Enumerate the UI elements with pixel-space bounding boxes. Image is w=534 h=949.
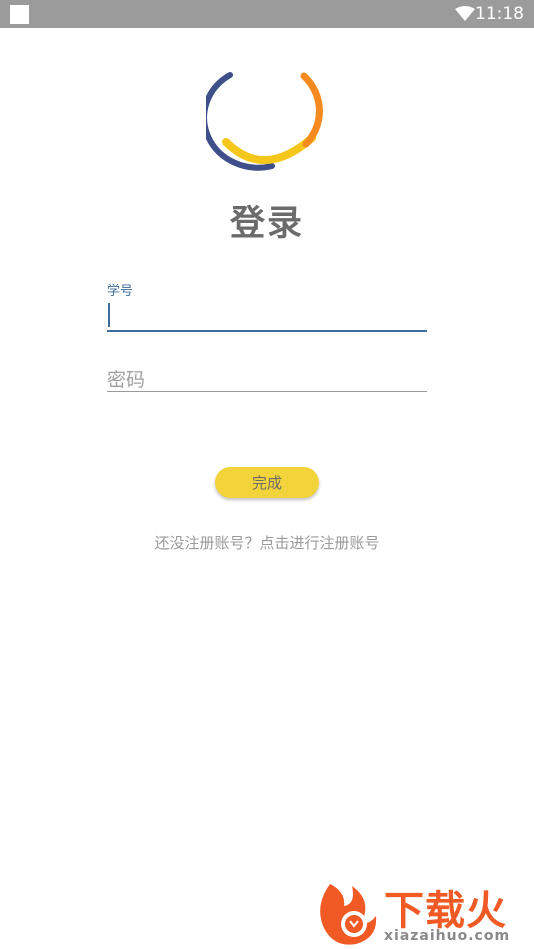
status-bar: 11:18: [0, 0, 534, 28]
register-link[interactable]: 还没注册账号？点击进行注册账号: [0, 532, 534, 553]
status-time: 11:18: [475, 4, 524, 24]
watermark-domain: xiazaihuo.com: [384, 928, 511, 944]
app-logo: [206, 72, 323, 171]
notification-icon: [10, 5, 29, 24]
wifi-icon: [455, 6, 475, 21]
flame-logo-icon: [320, 884, 377, 945]
password-input[interactable]: 密码: [107, 362, 427, 392]
text-cursor: [108, 303, 110, 327]
submit-button[interactable]: 完成: [215, 467, 319, 498]
page-title: 登录: [229, 204, 304, 244]
student-id-label: 学号: [107, 284, 134, 299]
password-placeholder: 密码: [107, 369, 146, 391]
student-id-input[interactable]: [107, 300, 427, 332]
watermark: 下载火 xiazaihuo.com: [312, 876, 534, 949]
